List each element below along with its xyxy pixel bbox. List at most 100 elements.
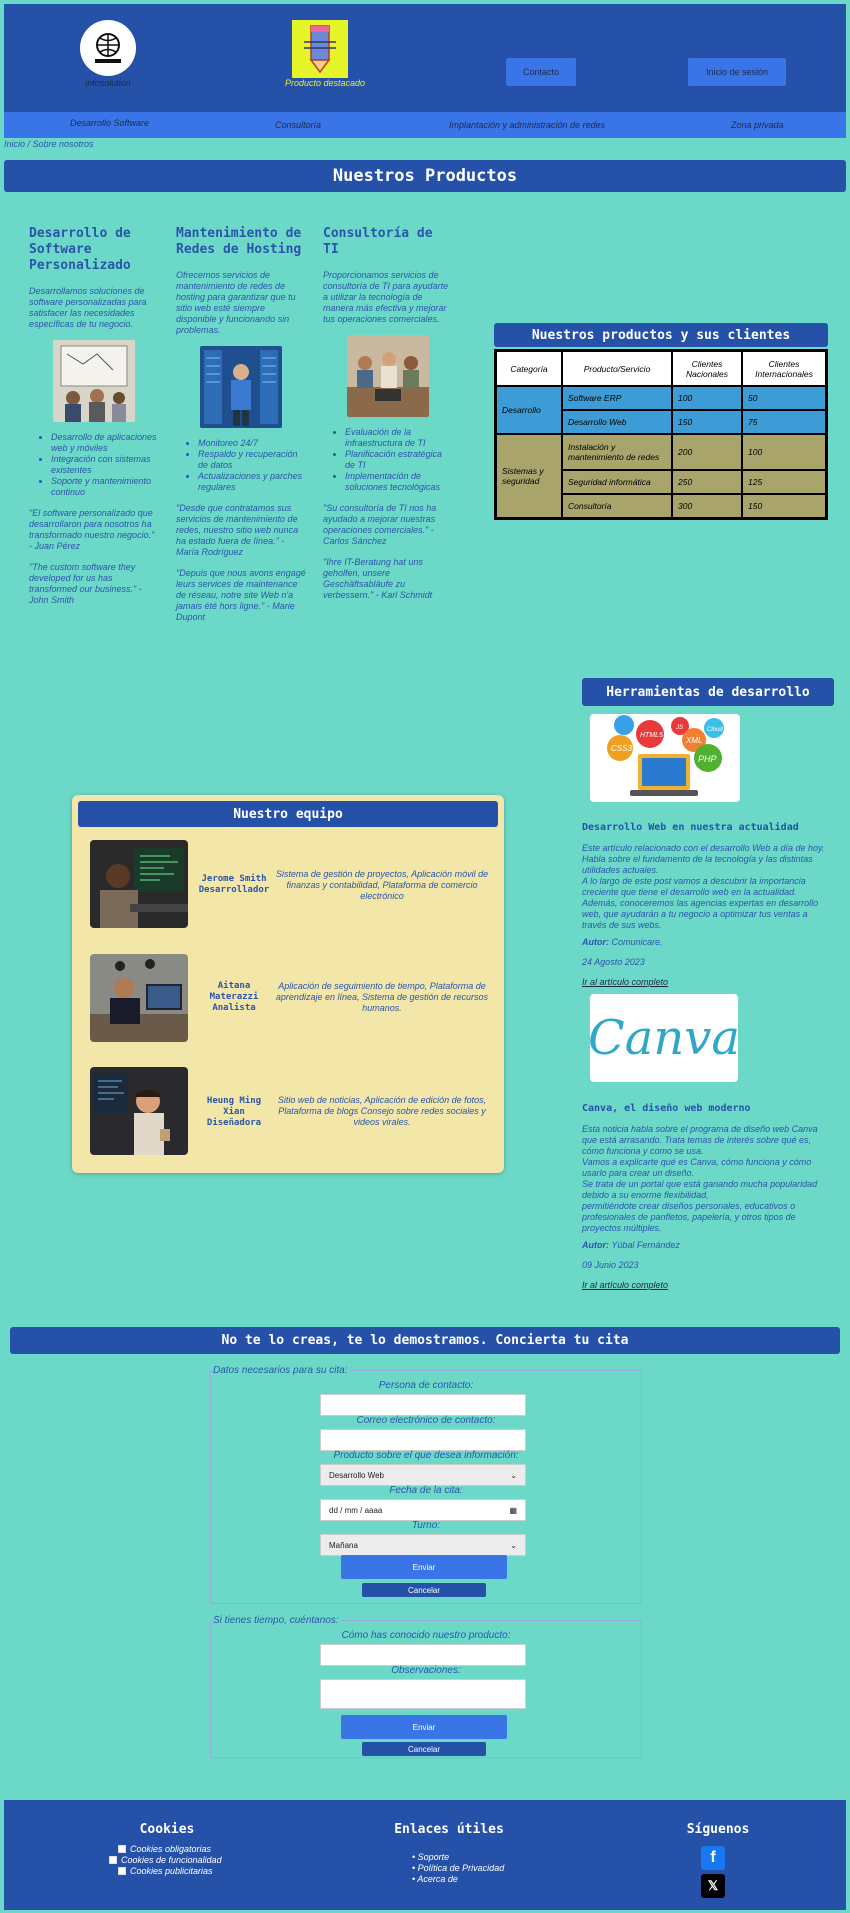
email-label: Correo electrónico de contacto:: [356, 1415, 496, 1426]
notes-label: Observaciones:: [391, 1665, 461, 1676]
international-cell: 50: [742, 386, 826, 410]
cookie-label: Cookies publicitarias: [130, 1866, 213, 1876]
contact-input[interactable]: [320, 1394, 526, 1416]
member-name: Jerome Smith Desarrollador: [198, 874, 270, 895]
chevron-down-icon: ⌄: [510, 1540, 517, 1550]
team-title: Nuestro equipo: [78, 801, 498, 827]
email-input[interactable]: [320, 1429, 526, 1451]
cookie-option[interactable]: Cookies publicitarias: [118, 1866, 213, 1876]
send-button[interactable]: Enviar: [341, 1555, 507, 1579]
cancel-button[interactable]: Cancelar: [362, 1583, 486, 1597]
table-row: Desarrollo Software ERP 100 50: [496, 386, 826, 434]
x-twitter-icon[interactable]: 𝕏: [701, 1874, 725, 1898]
product-software-image: [53, 340, 135, 422]
column-header: Clientes Internacionales: [742, 351, 826, 386]
breadcrumb[interactable]: Inicio / Sobre nosotros: [4, 139, 94, 149]
checkbox[interactable]: [109, 1856, 117, 1864]
product-description: Proporcionamos servicios de consultoría …: [323, 270, 449, 324]
member-photo: [90, 1067, 188, 1155]
login-button[interactable]: Inicio de sesión: [688, 58, 786, 86]
product-software: Desarrollo de Software Personalizado Des…: [29, 226, 159, 616]
author-label: Autor:: [582, 1240, 609, 1250]
nav-item-consulting[interactable]: Consultoría: [275, 120, 321, 130]
nav-item-software[interactable]: Desarrollo Software: [70, 118, 149, 128]
article-title[interactable]: Desarrollo Web en nuestra actualidad: [582, 822, 799, 833]
article-link[interactable]: Ir al artículo completo: [582, 977, 668, 987]
cookies-title: Cookies: [139, 1822, 195, 1837]
date-placeholder: dd / mm / aaaa: [329, 1505, 383, 1515]
feature-item: Planificación estratégica de TI: [345, 449, 453, 471]
article-link[interactable]: Ir al artículo completo: [582, 1280, 668, 1290]
contact-button[interactable]: Contacto: [506, 58, 576, 86]
source-input[interactable]: [320, 1644, 526, 1666]
contact-label: Persona de contacto:: [378, 1380, 474, 1391]
article-body: Esta noticia habla sobre el programa de …: [582, 1124, 834, 1234]
featured-product-label: Producto destacado: [284, 78, 366, 88]
date-input[interactable]: dd / mm / aaaa ▦: [320, 1499, 526, 1521]
collage-label: HTML5: [640, 732, 663, 739]
article-paragraph: Además, conoceremos las agencias experta…: [582, 898, 819, 930]
facebook-icon[interactable]: f: [701, 1846, 725, 1870]
feature-item: Monitoreo 24/7: [198, 438, 306, 449]
member-photo: [90, 840, 188, 928]
feature-item: Soporte y mantenimiento continuo: [51, 476, 159, 498]
footer-link-support[interactable]: • Soporte: [412, 1852, 449, 1862]
product-cell: Seguridad informática: [562, 470, 672, 494]
member-projects: Aplicación de seguimiento de tiempo, Pla…: [275, 981, 489, 1013]
footer-link-privacy[interactable]: • Política de Privacidad: [412, 1863, 504, 1873]
category-cell: Desarrollo: [496, 386, 562, 434]
footer-link-about[interactable]: • Acerca de: [412, 1874, 458, 1884]
feature-item: Respaldo y recuperación de datos: [198, 449, 306, 471]
featured-product-image[interactable]: [292, 20, 348, 78]
article-paragraph: Esta noticia habla sobre el programa de …: [582, 1124, 818, 1156]
table-header-row: Categoría Producto/Servicio Clientes Nac…: [496, 351, 826, 386]
column-header: Clientes Nacionales: [672, 351, 742, 386]
nav-item-networks[interactable]: Implantación y administración de redes: [449, 120, 605, 130]
testimonial: "Ihre IT-Beratung hat uns geholfen, unse…: [323, 557, 433, 600]
article-paragraph: permitiéndote crear diseños personales, …: [582, 1201, 796, 1233]
international-cell: 125: [742, 470, 826, 494]
testimonial: "Depuis que nous avons engagé leurs serv…: [176, 568, 306, 622]
cancel-button[interactable]: Cancelar: [362, 1742, 486, 1756]
article-paragraph: Se trata de un portal que está ganando m…: [582, 1179, 818, 1200]
webdev-collage-image: HTML5 CSS3 JS Cloud XML PHP: [590, 714, 740, 802]
checkbox[interactable]: [118, 1867, 126, 1875]
national-cell: 300: [672, 494, 742, 518]
nav-item-private-zone[interactable]: Zona privada: [731, 120, 784, 130]
date-label: Fecha de la cita:: [389, 1485, 463, 1496]
appointment-form-fields: Persona de contacto: Correo electrónico …: [210, 1370, 642, 1604]
product-title: Desarrollo de Software Personalizado: [29, 226, 131, 273]
product-select-value: Desarrollo Web: [329, 1470, 384, 1480]
feature-item: Actualizaciones y parches regulares: [198, 471, 306, 493]
column-header: Categoría: [496, 351, 562, 386]
links-title: Enlaces útiles: [394, 1822, 504, 1837]
checkbox[interactable]: [118, 1845, 126, 1853]
product-cell: Software ERP: [562, 386, 672, 410]
table-row: Sistemas y seguridad Instalación y mante…: [496, 434, 826, 518]
article-paragraph: Este artículo relacionado con el desarro…: [582, 843, 825, 875]
send-button[interactable]: Enviar: [341, 1715, 507, 1739]
member-name: Heung Ming Xian Diseñadora: [206, 1096, 262, 1128]
product-label: Producto sobre el que desea información:: [333, 1450, 519, 1461]
product-hosting-image: [200, 346, 282, 428]
notes-textarea[interactable]: [320, 1679, 526, 1709]
company-logo[interactable]: [80, 20, 136, 76]
shift-select-value: Mañana: [329, 1540, 358, 1550]
cookie-option[interactable]: Cookies obligatorias: [118, 1844, 211, 1854]
article-title[interactable]: Canva, el diseño web moderno: [582, 1103, 751, 1114]
article-date: 09 Junio 2023: [582, 1260, 639, 1270]
collage-label: Cloud: [707, 727, 723, 733]
national-cell: 100: [672, 386, 742, 410]
product-description: Ofrecemos servicios de mantenimiento de …: [176, 270, 296, 335]
shift-select[interactable]: Mañana ⌄: [320, 1534, 526, 1556]
cookie-label: Cookies de funcionalidad: [121, 1855, 222, 1865]
product-select[interactable]: Desarrollo Web ⌄: [320, 1464, 526, 1486]
national-cell: 250: [672, 470, 742, 494]
calendar-icon[interactable]: ▦: [509, 1506, 517, 1515]
feedback-form-fields: Cómo has conocido nuestro producto: Obse…: [210, 1620, 642, 1758]
member-projects: Sistema de gestión de proyectos, Aplicac…: [275, 869, 489, 901]
category-cell: Sistemas y seguridad: [496, 434, 562, 518]
collage-label: JS: [675, 725, 683, 731]
feature-item: Evaluación de la infraestructura de TI: [345, 427, 453, 449]
cookie-option[interactable]: Cookies de funcionalidad: [109, 1855, 222, 1865]
